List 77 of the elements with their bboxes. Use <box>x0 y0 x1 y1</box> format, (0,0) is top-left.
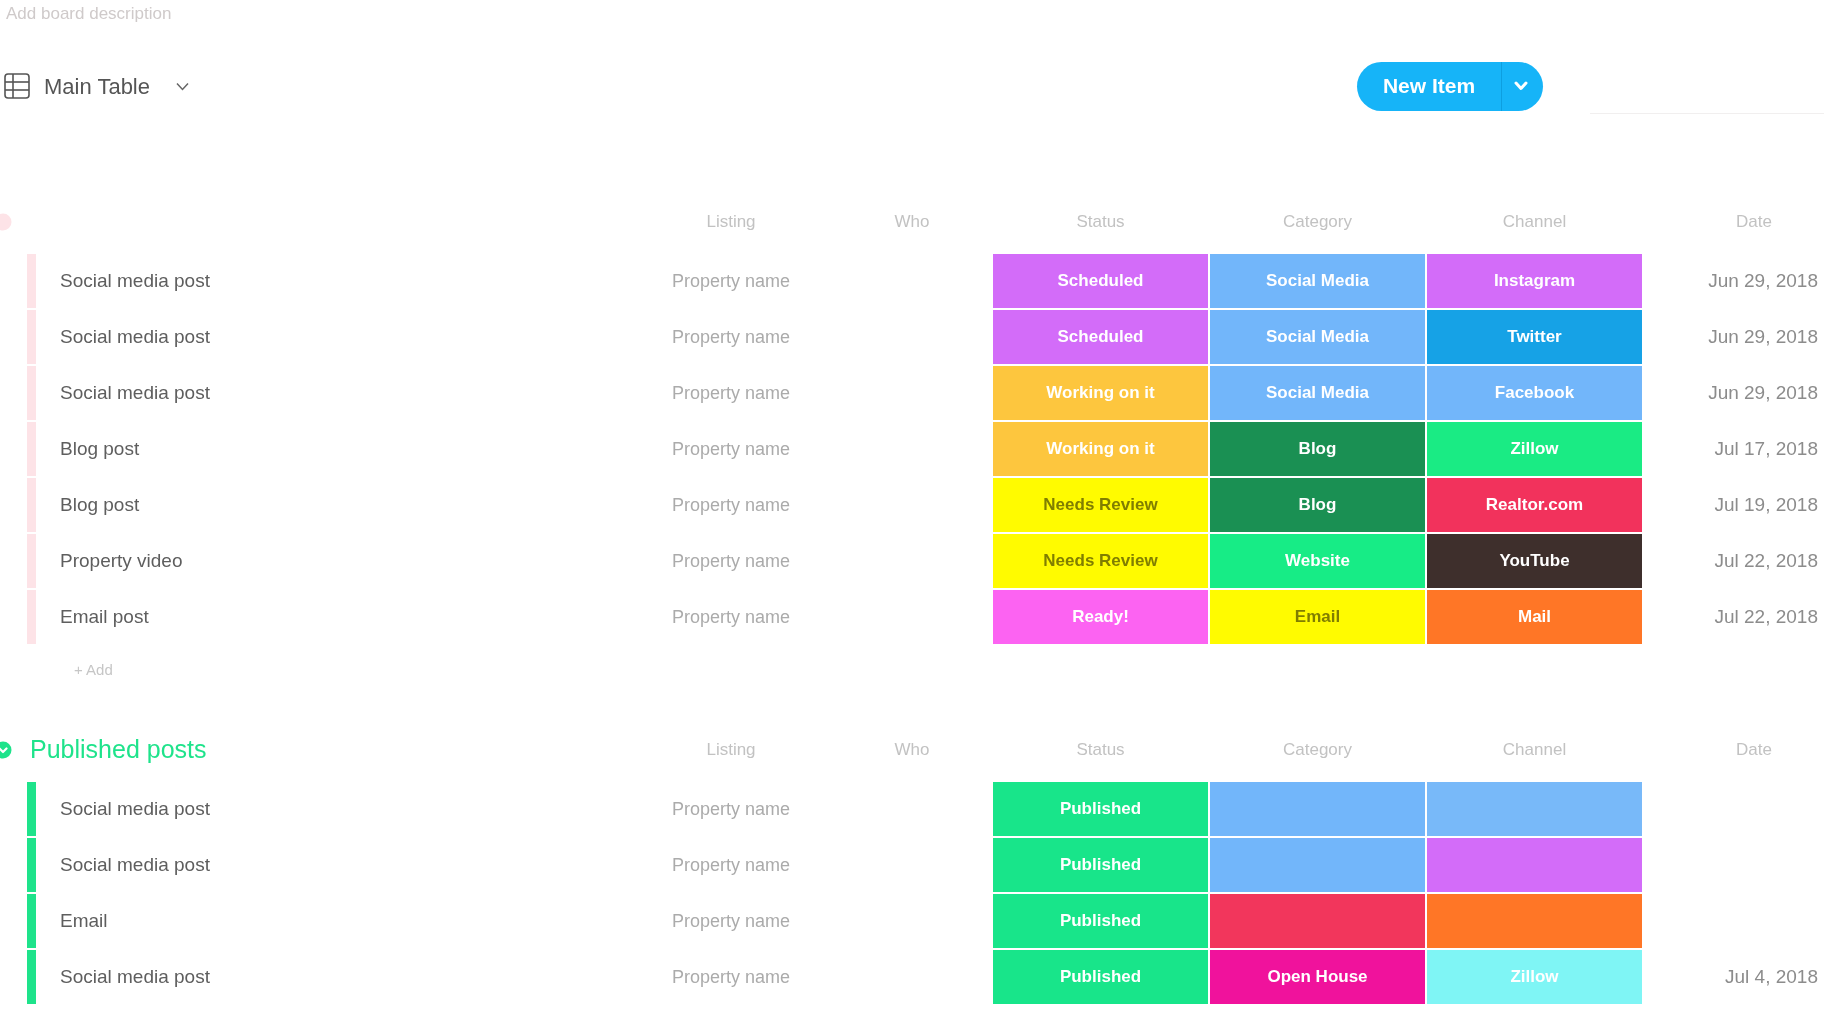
listing-text: Property name <box>671 269 791 293</box>
category-label: Email <box>1210 590 1425 644</box>
column-header: Listing <box>706 211 756 234</box>
category-label: Social Media <box>1210 254 1425 308</box>
item-name: Email <box>60 908 108 933</box>
column-header: Who <box>894 211 930 234</box>
dropdown-button[interactable] <box>1501 61 1543 111</box>
item-name: Property video <box>60 548 183 573</box>
channel-label: Zillow <box>1427 422 1642 476</box>
column-header: Listing <box>706 739 756 762</box>
item-name: Social media post <box>60 324 210 349</box>
channel-label: Instagram <box>1427 254 1642 308</box>
column-header: Channel <box>1502 739 1567 762</box>
add-item-button[interactable]: + Add <box>70 652 117 688</box>
category-label: Social Media <box>1210 366 1425 420</box>
column-header: Channel <box>1502 211 1567 234</box>
column-header: Date <box>1736 739 1772 762</box>
item-name: Social media post <box>60 796 210 821</box>
listing-text: Property name <box>671 909 791 933</box>
item-name: Social media post <box>60 852 210 877</box>
caret-icon <box>176 81 189 91</box>
status-label: Needs Review <box>993 534 1208 588</box>
listing-text: Property name <box>671 381 791 405</box>
listing-text: Property name <box>671 797 791 821</box>
category-label: Website <box>1210 534 1425 588</box>
status-label: Scheduled <box>993 254 1208 308</box>
listing-text: Property name <box>671 549 791 573</box>
category-label: Open House <box>1210 950 1425 1004</box>
listing-text: Property name <box>671 325 791 349</box>
status-label: Working on it <box>993 422 1208 476</box>
column-header: Date <box>1736 211 1772 234</box>
channel-label: Mail <box>1427 590 1642 644</box>
channel-label: Zillow <box>1427 950 1642 1004</box>
date-text: Jun 29, 2018 <box>1708 268 1818 293</box>
item-name: Social media post <box>60 268 210 293</box>
item-name: Email post <box>60 604 149 629</box>
status-label: Published <box>993 782 1208 836</box>
column-header: Category <box>1283 739 1352 762</box>
channel-label: Realtor.com <box>1427 478 1642 532</box>
date-text: Jul 22, 2018 <box>1714 604 1818 629</box>
column-header: Status <box>1076 211 1125 234</box>
listing-text: Property name <box>671 853 791 877</box>
view-dropdown[interactable]: Main Table <box>0 69 189 103</box>
listing-text: Property name <box>671 437 791 461</box>
column-header: Status <box>1076 739 1125 762</box>
category-label: Blog <box>1210 422 1425 476</box>
status-label: Published <box>993 838 1208 892</box>
category-label: Social Media <box>1210 310 1425 364</box>
item-name: Social media post <box>60 964 210 989</box>
date-text: Jul 17, 2018 <box>1714 436 1818 461</box>
table-icon <box>4 73 30 99</box>
item-name: Blog post <box>60 436 140 461</box>
caret-icon <box>1513 81 1528 91</box>
listing-text: Property name <box>671 605 791 629</box>
listing-text: Property name <box>671 965 791 989</box>
date-text: Jul 19, 2018 <box>1714 492 1818 517</box>
status-label: Working on it <box>993 366 1208 420</box>
date-text: Jul 22, 2018 <box>1714 548 1818 573</box>
group-title[interactable]: Published posts <box>27 731 207 769</box>
status-label: Needs Review <box>993 478 1208 532</box>
new-item-button[interactable]: New Item <box>1357 61 1501 111</box>
category-label: Blog <box>1210 478 1425 532</box>
item-name: Blog post <box>60 492 140 517</box>
date-text: Jun 29, 2018 <box>1708 380 1818 405</box>
date-text: Jul 4, 2018 <box>1725 964 1818 989</box>
channel-label: Facebook <box>1427 366 1642 420</box>
channel-label: YouTube <box>1427 534 1642 588</box>
listing-text: Property name <box>671 493 791 517</box>
item-name: Social media post <box>60 380 210 405</box>
column-header: Who <box>894 739 930 762</box>
status-label: Published <box>993 950 1208 1004</box>
status-label: Ready! <box>993 590 1208 644</box>
date-text: Jun 29, 2018 <box>1708 324 1818 349</box>
channel-label: Twitter <box>1427 310 1642 364</box>
column-header: Category <box>1283 211 1352 234</box>
status-label: Scheduled <box>993 310 1208 364</box>
status-label: Published <box>993 894 1208 948</box>
